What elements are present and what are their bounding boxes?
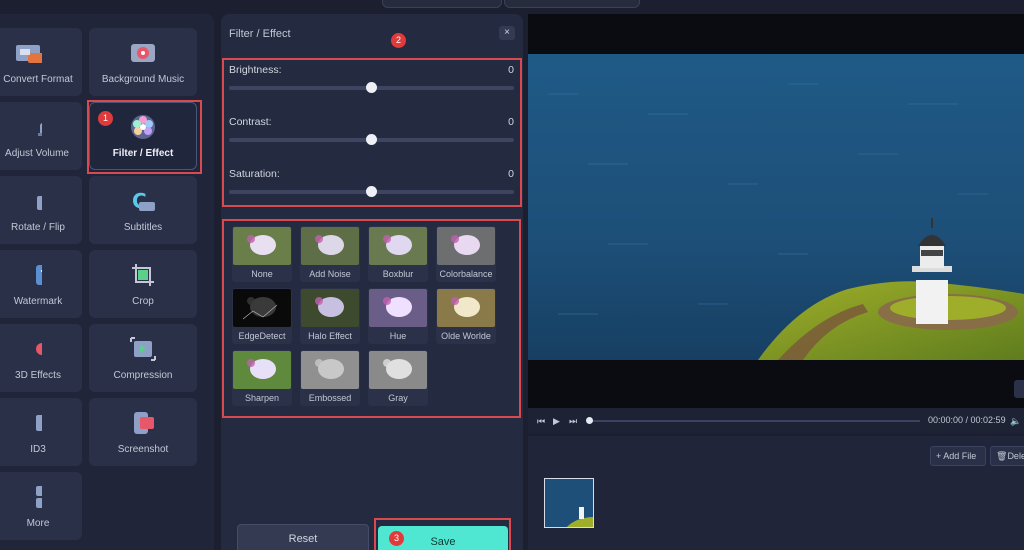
tool-watermark[interactable]: T Watermark <box>0 250 82 318</box>
top-tab-left[interactable] <box>382 0 502 8</box>
tool-3d-effects[interactable]: 3D Effects <box>0 324 82 392</box>
tool-compression[interactable]: Compression <box>89 324 197 392</box>
delete-label: Delete <box>1007 451 1024 461</box>
highlight-adjustments <box>222 58 522 207</box>
delete-button[interactable]: 🗑Delete <box>990 446 1024 466</box>
highlight-effects <box>222 219 521 418</box>
screenshot-icon <box>129 410 157 436</box>
tool-rotate-flip[interactable]: Rotate / Flip <box>0 176 82 244</box>
previous-icon[interactable]: ⏮ <box>537 416 545 427</box>
step-badge-2: 2 <box>391 33 406 48</box>
watermark-icon: T <box>14 262 42 288</box>
background-music-icon <box>129 40 157 66</box>
snapshot-camera-icon[interactable] <box>1014 380 1024 398</box>
more-icon <box>14 484 42 510</box>
video-frame[interactable] <box>528 54 1024 360</box>
file-list-panel: + Add File 🗑Delete <box>528 436 1024 550</box>
tool-adjust-volume[interactable]: Adjust Volume <box>0 102 82 170</box>
tool-subtitles[interactable]: C Subtitles <box>89 176 197 244</box>
crop-icon <box>129 262 157 288</box>
volume-icon[interactable]: 🔈 <box>1010 416 1021 427</box>
tool-id3[interactable]: ID3 <box>0 398 82 466</box>
tool-screenshot[interactable]: Screenshot <box>89 398 197 466</box>
tool-crop[interactable]: Crop <box>89 250 197 318</box>
timeline-track[interactable] <box>590 420 920 422</box>
play-icon[interactable]: ▶ <box>553 416 560 427</box>
next-icon[interactable]: ⏭ <box>569 416 577 427</box>
step-badge-1: 1 <box>98 111 113 126</box>
subtitles-icon: C <box>129 188 157 214</box>
rotate-flip-icon <box>14 188 42 214</box>
adjust-volume-icon <box>14 114 42 140</box>
trash-icon: 🗑 <box>996 451 1008 461</box>
convert-format-icon <box>14 40 42 66</box>
tool-convert-format[interactable]: Convert Format <box>0 28 82 96</box>
tool-more[interactable]: More <box>0 472 82 540</box>
compression-icon <box>129 336 157 362</box>
id3-icon <box>14 410 42 436</box>
panel-title: Filter / Effect <box>229 28 291 40</box>
time-display: 00:00:00 / 00:02:59 <box>928 415 1006 425</box>
video-preview <box>528 14 1024 408</box>
tool-background-music[interactable]: Background Music <box>89 28 197 96</box>
player-controls: ⏮ ▶ ⏭ 00:00:00 / 00:02:59 🔈 <box>528 408 1024 434</box>
tools-panel: Convert Format Background Music Adjust V… <box>0 14 214 550</box>
add-file-button[interactable]: + Add File <box>930 446 986 466</box>
step-badge-3: 3 <box>389 531 404 546</box>
svg-text:T: T <box>41 269 42 284</box>
timeline-playhead[interactable] <box>586 417 593 424</box>
close-button[interactable]: × <box>499 26 515 40</box>
video-clip-thumbnail[interactable] <box>544 478 594 528</box>
3d-effects-icon <box>14 336 42 362</box>
top-tab-right[interactable] <box>504 0 640 8</box>
reset-button[interactable]: Reset <box>237 524 369 550</box>
